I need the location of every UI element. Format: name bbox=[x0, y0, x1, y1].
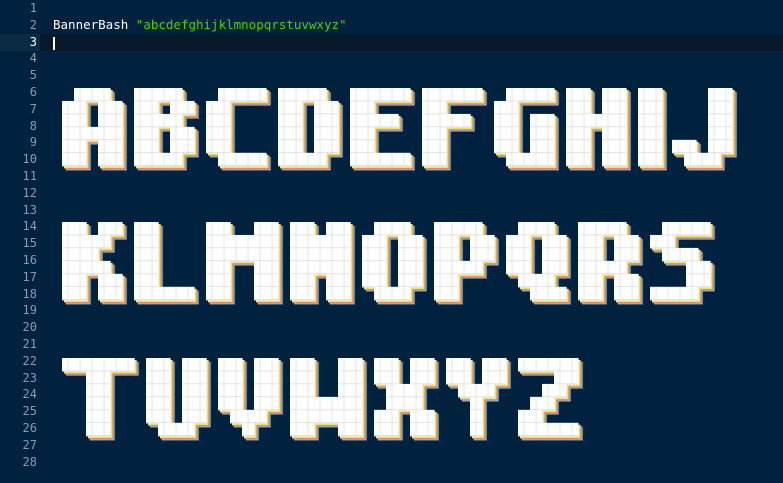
banner-letter-i bbox=[638, 88, 667, 171]
banner-letter-v bbox=[218, 358, 283, 441]
banner-letter-q bbox=[506, 222, 571, 305]
ascii-banner-output bbox=[62, 88, 737, 441]
banner-letter-x bbox=[374, 358, 439, 441]
banner-letter-j bbox=[672, 88, 737, 171]
banner-letter-b bbox=[134, 88, 199, 171]
banner-letter-m bbox=[206, 222, 283, 305]
banner-letter-h bbox=[566, 88, 631, 171]
banner-letter-g bbox=[494, 88, 559, 171]
code-editor[interactable]: 1 2 3 4 5 6 7 8 9 10 11 12 13 14 15 16 17 18 19 20 21 22 23 24 2… bbox=[0, 0, 783, 483]
banner-letter-n bbox=[290, 222, 355, 305]
banner-letter-y bbox=[446, 358, 511, 441]
banner-letter-d bbox=[278, 88, 343, 171]
banner-letter-r bbox=[578, 222, 643, 305]
banner-letter-o bbox=[362, 222, 427, 305]
banner-letter-f bbox=[422, 88, 487, 171]
banner-letter-t bbox=[62, 358, 139, 441]
banner-letter-z bbox=[518, 358, 583, 441]
banner-letter-w bbox=[290, 358, 367, 441]
banner-letter-p bbox=[434, 222, 499, 305]
banner-letter-c bbox=[206, 88, 271, 171]
banner-letter-a bbox=[62, 88, 127, 171]
banner-letter-k bbox=[62, 222, 127, 305]
banner-letter-l bbox=[134, 222, 199, 305]
banner-letter-u bbox=[146, 358, 211, 441]
banner-letter-s bbox=[650, 222, 715, 305]
banner-letter-e bbox=[350, 88, 415, 171]
